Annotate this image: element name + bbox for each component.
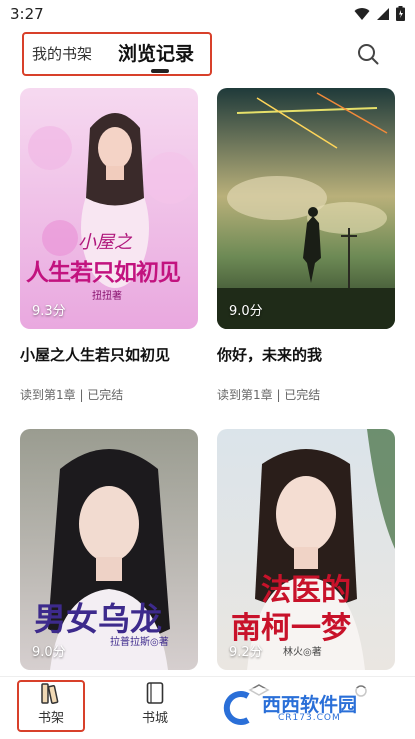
book-icon bbox=[146, 682, 164, 704]
nav-label-bookshelf: 书架 bbox=[37, 711, 64, 726]
wifi-icon bbox=[354, 7, 370, 20]
book-score: 9.2分 bbox=[229, 645, 263, 660]
book-title[interactable]: 小屋之人生若只如初见 bbox=[20, 344, 170, 365]
book-score: 9.3分 bbox=[32, 304, 66, 319]
tab-browse-history[interactable]: 浏览记录 bbox=[118, 39, 194, 66]
book-cover[interactable]: 法医的 南柯一梦 林火◎著 9.2分 bbox=[217, 429, 395, 670]
cover-author: 林火◎著 bbox=[283, 647, 322, 658]
cover-author: 扭扭著 bbox=[92, 291, 122, 302]
battery-icon bbox=[396, 6, 405, 21]
nav-item-bookstore[interactable]: 书城 bbox=[125, 681, 185, 726]
nav-label-bookstore: 书城 bbox=[141, 711, 168, 726]
book-score: 9.0分 bbox=[32, 645, 66, 660]
book-cover[interactable]: 小屋之 人生若只如初见 扭扭著 9.3分 bbox=[20, 88, 198, 329]
cover-author: 拉普拉斯◎著 bbox=[110, 637, 169, 648]
book-title[interactable]: 你好，未来的我 bbox=[217, 344, 322, 365]
cover-art-scifi bbox=[217, 88, 395, 329]
book-progress: 读到第1章 | 已完结 bbox=[217, 388, 321, 402]
status-bar: 3:27 bbox=[0, 0, 415, 28]
active-tab-indicator bbox=[151, 69, 169, 73]
signal-icon bbox=[377, 7, 389, 20]
status-icons bbox=[354, 6, 405, 21]
watermark-logo: 西西软件园 CR173.COM bbox=[218, 688, 398, 728]
watermark-url: CR173.COM bbox=[278, 713, 341, 723]
tab-my-bookshelf[interactable]: 我的书架 bbox=[32, 43, 92, 64]
top-tabs: 我的书架 浏览记录 bbox=[0, 28, 415, 84]
status-time: 3:27 bbox=[10, 5, 44, 23]
search-icon[interactable] bbox=[356, 42, 380, 66]
bookshelf-icon bbox=[41, 683, 59, 704]
book-progress: 读到第1章 | 已完结 bbox=[20, 388, 124, 402]
cover-title: 人生若只如初见 bbox=[26, 259, 181, 286]
nav-item-bookshelf[interactable]: 书架 bbox=[21, 681, 81, 726]
cover-title-small: 小屋之 bbox=[78, 232, 132, 253]
book-score: 9.0分 bbox=[229, 304, 263, 319]
book-cover[interactable]: 9.0分 bbox=[217, 88, 395, 329]
book-cover[interactable]: 男女乌龙 拉普拉斯◎著 9.0分 bbox=[20, 429, 198, 670]
